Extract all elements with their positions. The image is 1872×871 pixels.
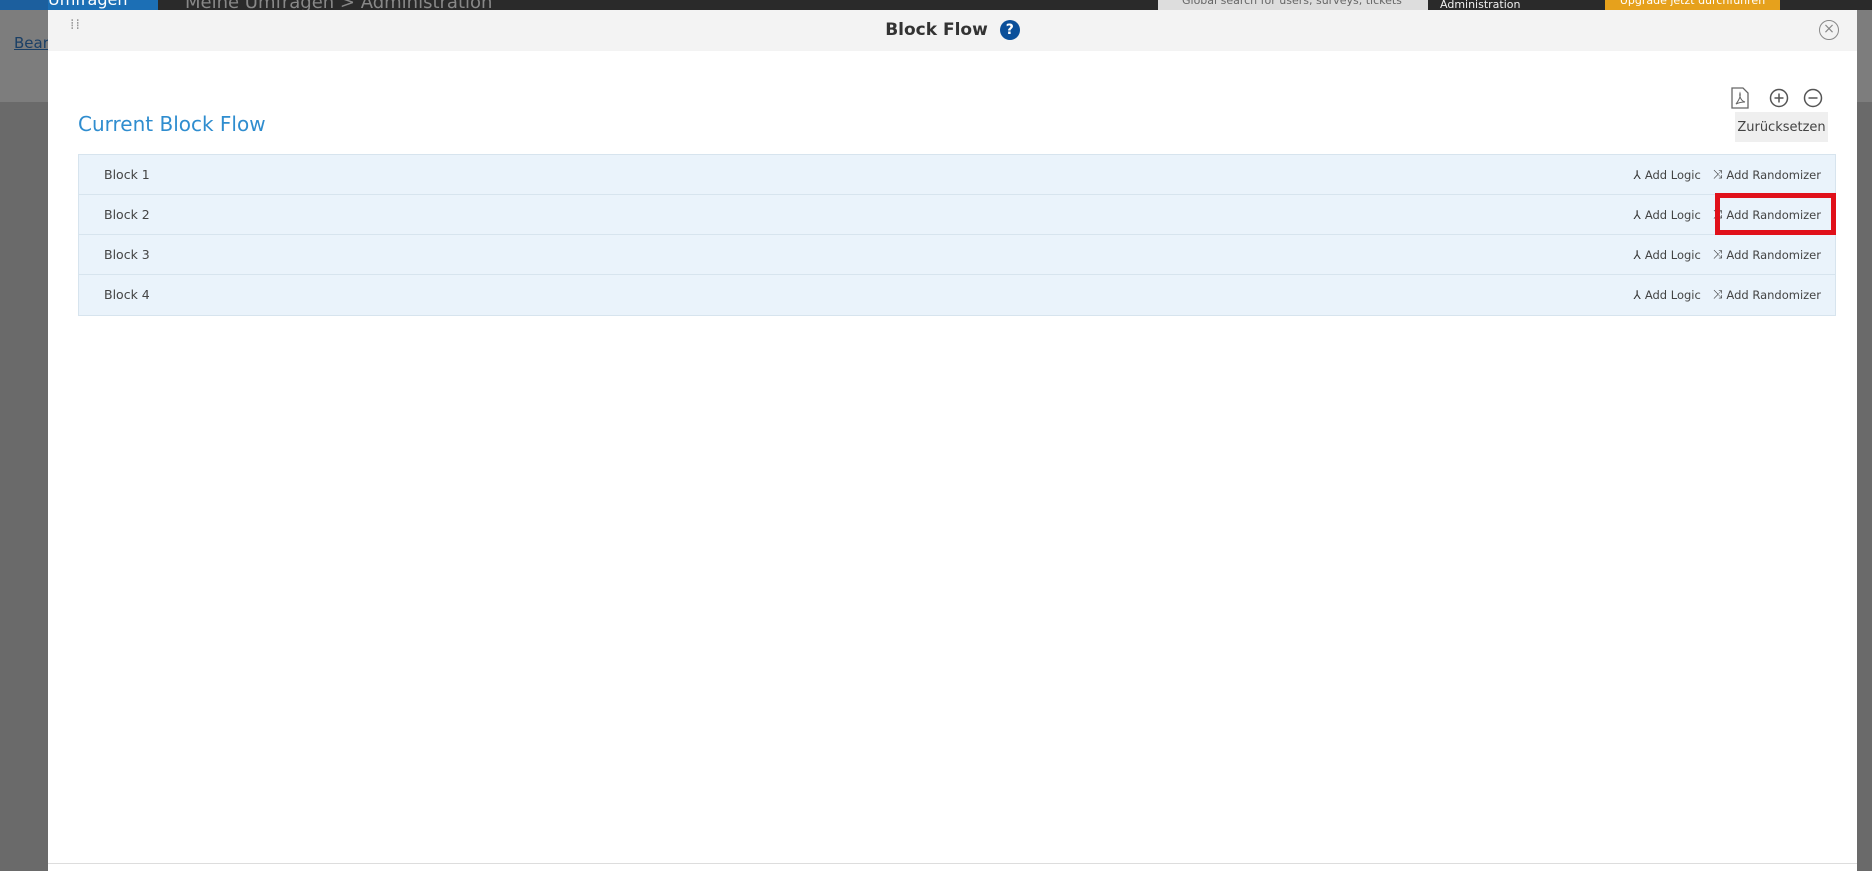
block-row: Block 1 ⅄ Add Logic ⤨ Add Randomizer xyxy=(79,155,1835,195)
block-row: Block 3 ⅄ Add Logic ⤨ Add Randomizer xyxy=(79,235,1835,275)
add-randomizer-button[interactable]: ⤨ Add Randomizer xyxy=(1713,167,1821,182)
brand-logo xyxy=(0,0,48,10)
help-icon[interactable]: ? xyxy=(999,20,1020,40)
block-name: Block 3 xyxy=(104,247,150,262)
add-logic-button[interactable]: ⅄ Add Logic xyxy=(1633,207,1700,222)
block-name: Block 4 xyxy=(104,287,150,302)
highlight-box xyxy=(1715,193,1836,235)
add-logic-button[interactable]: ⅄ Add Logic xyxy=(1633,167,1700,182)
zoom-out-icon[interactable] xyxy=(1803,88,1823,113)
add-randomizer-button[interactable]: ⤨ Add Randomizer xyxy=(1713,287,1821,302)
block-name: Block 2 xyxy=(104,207,150,222)
zoom-in-icon[interactable] xyxy=(1769,88,1789,113)
block-list: Block 1 ⅄ Add Logic ⤨ Add Randomizer Block… xyxy=(78,154,1836,316)
modal-header: ⁞⁞ Block Flow? × xyxy=(48,10,1857,51)
global-search[interactable]: Global search for users, surveys, ticket… xyxy=(1158,0,1428,10)
close-icon[interactable]: × xyxy=(1819,20,1839,40)
branch-icon: ⅄ xyxy=(1633,207,1641,222)
role-select[interactable]: Administration xyxy=(1440,0,1521,10)
add-logic-button[interactable]: ⅄ Add Logic xyxy=(1633,287,1700,302)
add-logic-button[interactable]: ⅄ Add Logic xyxy=(1633,247,1700,262)
reset-button[interactable]: Zurücksetzen xyxy=(1735,112,1828,142)
shuffle-icon: ⤨ xyxy=(1712,287,1723,301)
pdf-icon[interactable] xyxy=(1731,87,1749,114)
shuffle-icon: ⤨ xyxy=(1712,167,1723,181)
modal-title: Block Flow? xyxy=(48,20,1857,40)
footer-divider xyxy=(48,863,1857,864)
upgrade-button[interactable]: Upgrade jetzt durchführen xyxy=(1605,0,1780,10)
background-top-bar: Umfragen Meine Umfragen > Administration… xyxy=(0,0,1872,13)
block-name: Block 1 xyxy=(104,167,150,182)
block-row: Block 4 ⅄ Add Logic ⤨ Add Randomizer xyxy=(79,275,1835,315)
nav-umfragen[interactable]: Umfragen xyxy=(48,0,158,10)
branch-icon: ⅄ xyxy=(1633,247,1641,262)
branch-icon: ⅄ xyxy=(1633,167,1641,182)
branch-icon: ⅄ xyxy=(1633,287,1641,302)
add-randomizer-button[interactable]: ⤨ Add Randomizer xyxy=(1713,247,1821,262)
block-row: Block 2 ⅄ Add Logic ⤨ Add Randomizer xyxy=(79,195,1835,235)
section-heading: Current Block Flow xyxy=(78,112,266,136)
block-flow-modal: ⁞⁞ Block Flow? × Zurücksetzen Current Bl… xyxy=(48,10,1857,871)
shuffle-icon: ⤨ xyxy=(1712,247,1723,261)
